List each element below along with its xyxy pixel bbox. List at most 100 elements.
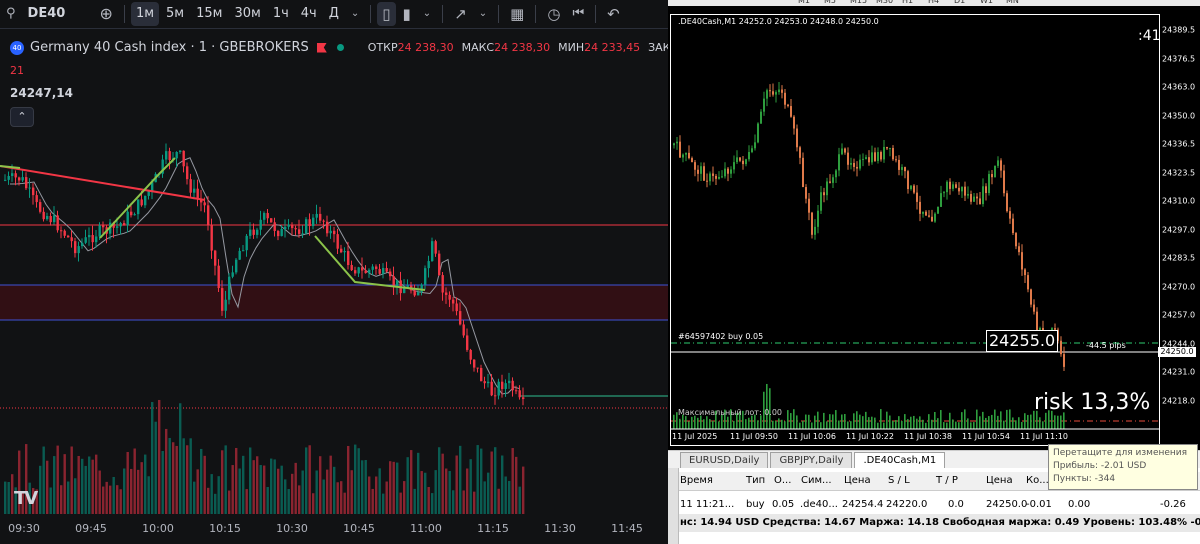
column-header[interactable]: S / L	[888, 472, 910, 490]
mt-timeframe-m15[interactable]: M15	[850, 0, 867, 5]
volume-bar	[868, 417, 870, 429]
column-header[interactable]: Сим...	[801, 472, 832, 490]
mt-toolbar: M1 M5 M15 M30 H1 H4 D1 W1 MN	[668, 0, 1200, 6]
table-row[interactable]: 11 11:21... buy 0.05 .de40... 24254.4 24220.0…	[668, 496, 1200, 514]
symbol-search[interactable]: DE40	[23, 2, 93, 26]
column-header[interactable]: О...	[774, 472, 791, 490]
candle-body	[787, 104, 789, 107]
time-label: 10:30	[276, 522, 308, 535]
candle-body	[210, 225, 213, 251]
mt-price-chart[interactable]	[671, 15, 1159, 445]
column-header[interactable]: Цена	[844, 472, 871, 490]
timeframe-1h[interactable]: 1ч	[268, 2, 294, 26]
alert-icon[interactable]: ◷	[542, 2, 565, 26]
candle-body	[81, 242, 84, 247]
mt-timeframe-d1[interactable]: D1	[954, 0, 965, 5]
column-header[interactable]: Цена	[986, 472, 1013, 490]
volume-bar	[392, 461, 395, 514]
candle-body	[242, 250, 245, 252]
mt-timeframe-mn[interactable]: MN	[1006, 0, 1019, 5]
mt-price-axis[interactable]: 24389.5 24376.5 24363.0 24350.0 24336.5 24323…	[1158, 14, 1200, 444]
tab-gbpjpy[interactable]: GBPJPY,Daily	[770, 452, 853, 468]
volume-bar	[49, 487, 52, 514]
mt-timeframe-w1[interactable]: W1	[980, 0, 993, 5]
terminal-scrollbar[interactable]	[668, 468, 679, 544]
volume-bar	[487, 472, 490, 514]
tv-price-chart[interactable]	[0, 28, 668, 542]
chevron-down-icon[interactable]: ⌄	[474, 2, 492, 26]
volume-bar	[224, 445, 227, 514]
add-symbol-icon[interactable]: ⊕	[95, 2, 118, 26]
candle-body	[140, 199, 143, 206]
candle-body	[504, 383, 507, 389]
symbol-title[interactable]: Germany 40 Cash index · 1 · GBEBROKERS	[30, 40, 309, 55]
volume-bar	[913, 415, 915, 429]
indicator-price: 24247,14	[10, 86, 74, 100]
table-cell: buy	[746, 499, 765, 510]
volume-bar	[382, 493, 385, 514]
timeframe-15m[interactable]: 15м	[191, 2, 227, 26]
tab-de40[interactable]: .DE40Cash,M1	[854, 452, 946, 468]
bars-icon[interactable]: ▮	[398, 2, 416, 26]
candle-body	[508, 380, 511, 384]
layout-grid-icon[interactable]: ▦	[505, 2, 529, 26]
candle-body	[802, 157, 804, 188]
volume-bar	[172, 442, 175, 514]
mt-timeframe-h1[interactable]: H1	[902, 0, 913, 5]
volume-bar	[883, 422, 885, 429]
timeframe-4h[interactable]: 4ч	[296, 2, 322, 26]
column-header[interactable]: T / P	[936, 472, 958, 490]
candle-body	[119, 223, 122, 227]
candle-body	[95, 236, 98, 243]
replay-icon[interactable]: ⏮	[567, 2, 589, 26]
volume-bar	[140, 462, 143, 514]
flag-icon[interactable]	[316, 42, 327, 53]
candle-body	[144, 195, 147, 206]
volume-bar	[970, 422, 972, 429]
mt-timeframe-h4[interactable]: H4	[928, 0, 939, 5]
column-header[interactable]: Тип	[746, 472, 765, 490]
search-icon[interactable]: ⚲	[1, 2, 21, 26]
volume-bar	[343, 492, 346, 514]
candle-body	[916, 192, 918, 202]
volume-bar	[772, 420, 774, 429]
mt-timeframe-m5[interactable]: M5	[824, 0, 836, 5]
volume-bar	[266, 486, 269, 514]
candle-body	[751, 148, 753, 153]
time-label: 11:45	[611, 522, 643, 535]
candle-body	[1009, 211, 1011, 219]
collapse-legend-button[interactable]: ⌃	[10, 107, 34, 127]
timeframe-d[interactable]: Д	[324, 2, 344, 26]
candle-body	[88, 235, 91, 238]
chevron-down-icon[interactable]: ⌄	[418, 2, 436, 26]
column-header[interactable]: Ко...	[1026, 472, 1049, 490]
volume-bar	[946, 422, 948, 429]
volume-bar	[200, 448, 203, 514]
candles-icon[interactable]: ▯	[377, 2, 396, 26]
timeframe-1m[interactable]: 1м	[130, 2, 160, 26]
undo-icon[interactable]: ↶	[602, 2, 625, 26]
candle-body	[985, 186, 987, 194]
timeframe-5m[interactable]: 5м	[161, 2, 189, 26]
price-axis-label: 24323.5	[1162, 168, 1196, 177]
candle-body	[235, 259, 238, 273]
ohlc-low-value: 24 233,45	[584, 41, 641, 54]
timeframe-30m[interactable]: 30м	[229, 2, 265, 26]
volume-bar	[937, 418, 939, 429]
mt-timeframe-m1[interactable]: M1	[798, 0, 810, 5]
candle-body	[203, 202, 206, 206]
order-line-label[interactable]: #64597402 buy 0.05	[678, 332, 763, 341]
chevron-down-icon[interactable]: ⌄	[346, 2, 364, 26]
candle-body	[967, 194, 969, 196]
volume-bar	[892, 420, 894, 429]
column-header[interactable]: Время	[680, 472, 713, 490]
mt-timeframe-m30[interactable]: M30	[876, 0, 893, 5]
tab-eurusd[interactable]: EURUSD,Daily	[680, 452, 769, 468]
entry-price-box[interactable]: 24255.0	[986, 330, 1059, 352]
indicators-icon[interactable]: ↗	[449, 2, 472, 26]
candle-body	[494, 395, 497, 397]
table-cell: .de40...	[800, 499, 838, 510]
candle-body	[434, 241, 437, 254]
tv-time-axis[interactable]: 09:30 09:45 10:00 10:15 10:30 10:45 11:00 11:15…	[0, 514, 668, 544]
volume-bar	[361, 460, 364, 514]
